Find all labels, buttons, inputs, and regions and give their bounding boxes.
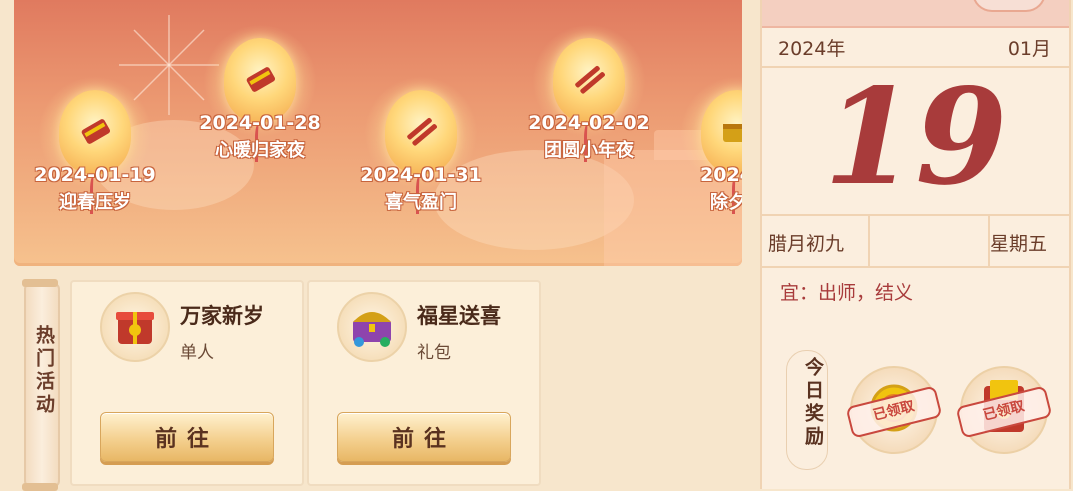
lantern-event-4[interactable]: 2024-02-02 团圆小年夜 (528, 24, 650, 162)
lantern-date: 2024-0 (700, 164, 742, 186)
event-banner: 2024-01-19 迎春压岁 2024-01-28 心暖归家夜 2024-01… (14, 0, 742, 266)
today-reward-text: 今日奖励 (802, 357, 824, 449)
weekday-cell: 星期五 (990, 214, 1069, 266)
calendar-hanger (972, 0, 1046, 12)
firecracker-icon (246, 67, 276, 92)
lantern-date: 2024-02-02 (528, 112, 650, 134)
gift-box-red-icon (116, 312, 154, 344)
firecracker-sticks-icon (575, 65, 605, 94)
lantern-name: 除夕炮 (710, 192, 742, 213)
today-reward-label: 今日奖励 (786, 350, 828, 470)
lantern-body (553, 38, 625, 122)
lantern-date: 2024-01-28 (199, 112, 321, 134)
activity-subtitle: 单人 (180, 343, 214, 363)
lunar-date-cell: 腊月初九 (762, 214, 870, 266)
calendar-yi-text: 宜：出师，结义 (780, 282, 914, 304)
go-button[interactable]: 前往 (100, 412, 274, 462)
hot-activities-text: 热门活动 (33, 325, 55, 417)
weekday: 星期五 (990, 233, 1048, 255)
lantern-date: 2024-01-19 (34, 164, 156, 186)
calendar-day-number: 19 (823, 60, 1008, 215)
activity-title: 万家新岁 (180, 304, 264, 328)
lantern-name: 喜气盈门 (385, 192, 457, 213)
calendar-day: 19 (762, 66, 1069, 216)
activity-subtitle: 礼包 (417, 343, 451, 363)
treasure-chest-icon (353, 312, 391, 347)
activity-title: 福星送喜 (417, 304, 501, 328)
scroll-cap (22, 483, 58, 491)
calendar-lunar-row: 腊月初九 星期五 (762, 214, 1069, 268)
firecracker-sticks-icon (407, 117, 437, 146)
lantern-event-1[interactable]: 2024-01-19 迎春压岁 (34, 76, 156, 214)
lantern-body (385, 90, 457, 174)
reward-item-2[interactable]: 已领取 (955, 366, 1053, 454)
lantern-body (224, 38, 296, 122)
lantern-event-3[interactable]: 2024-01-31 喜气盈门 (360, 76, 482, 214)
lantern-name: 团圆小年夜 (544, 140, 634, 161)
lantern-body (59, 90, 131, 174)
activity-icon-frame (337, 292, 407, 362)
scroll-cap (22, 279, 58, 287)
lantern-date: 2024-01-31 (360, 164, 482, 186)
reward-item-1[interactable]: 已领取 (845, 366, 943, 454)
calendar-year: 2024年 (778, 38, 846, 60)
lantern-event-5[interactable]: 2024-0 除夕炮 (680, 76, 742, 214)
lantern-name: 心暖归家夜 (215, 140, 305, 161)
calendar-top-strip (762, 0, 1069, 28)
firecracker-icon (81, 119, 111, 144)
empty-cell (870, 214, 990, 266)
lantern-event-2[interactable]: 2024-01-28 心暖归家夜 (199, 24, 321, 162)
calendar-month: 01月 (1007, 38, 1051, 60)
calendar-yi-row: 宜：出师，结义 (762, 268, 1069, 310)
calendar-panel: 2024年 01月 19 腊月初九 星期五 宜：出师，结义 今日奖励 已领取 已… (760, 0, 1071, 489)
activity-icon-frame (100, 292, 170, 362)
activity-card-1: 万家新岁 单人 前往 (70, 280, 304, 486)
hot-activities-label: 热门活动 (22, 279, 60, 491)
lunar-date: 腊月初九 (768, 233, 845, 255)
activity-card-2: 福星送喜 礼包 前往 (307, 280, 541, 486)
lantern-name: 迎春压岁 (59, 192, 131, 213)
treasure-box-icon (723, 124, 742, 142)
go-button[interactable]: 前往 (337, 412, 511, 462)
